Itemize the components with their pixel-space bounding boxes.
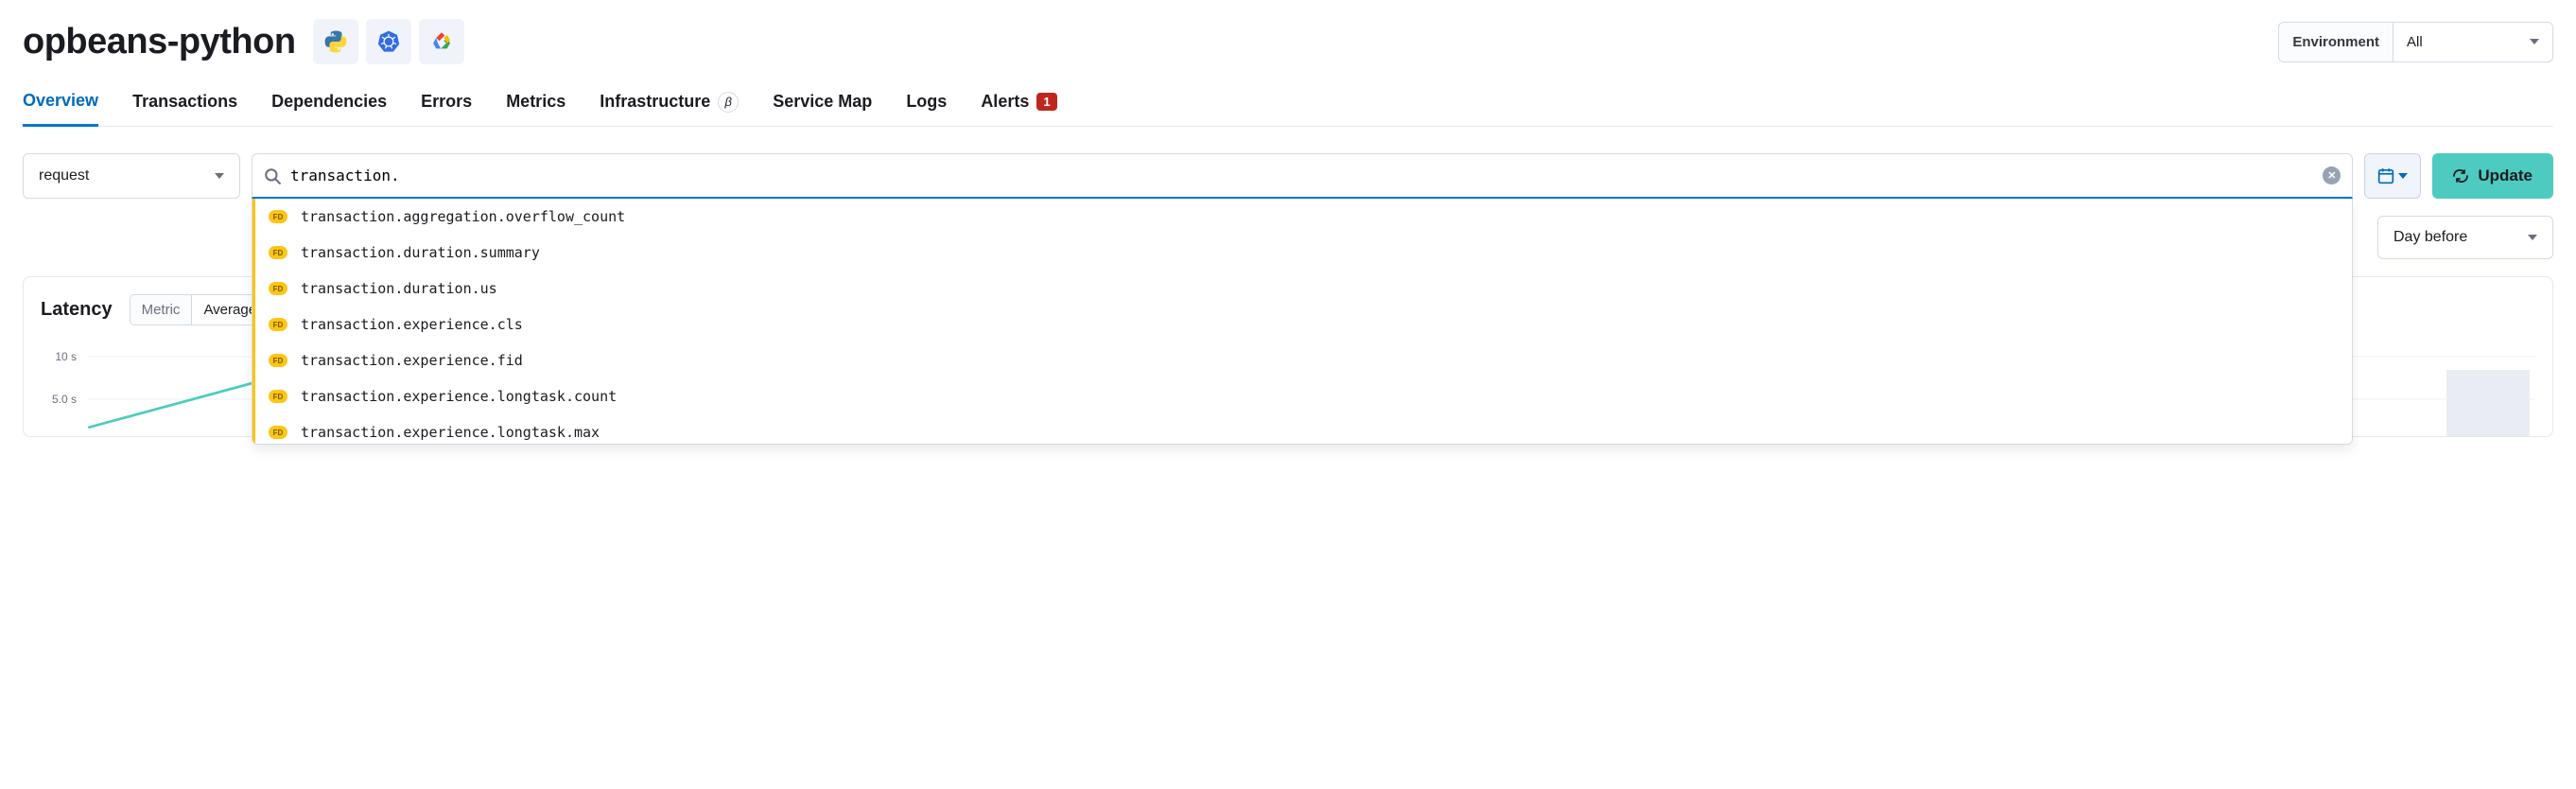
suggestion-item[interactable]: FDtransaction.aggregation.overflow_count [252, 199, 2352, 235]
field-type-icon: FD [269, 390, 287, 403]
tab-bar: Overview Transactions Dependencies Error… [23, 91, 2553, 127]
suggestion-item[interactable]: FDtransaction.experience.fid [252, 342, 2352, 378]
alert-count-badge: 1 [1036, 93, 1056, 111]
transaction-type-select[interactable]: request [23, 153, 240, 199]
update-button[interactable]: Update [2432, 153, 2553, 199]
metric-label: Metric [131, 295, 193, 324]
field-type-icon: FD [269, 246, 287, 259]
calendar-icon [2377, 167, 2394, 184]
refresh-icon [2453, 169, 2468, 183]
tab-alerts[interactable]: Alerts 1 [981, 91, 1056, 126]
comparison-value: Day before [2393, 229, 2467, 246]
suggestion-item[interactable]: FDtransaction.duration.us [252, 271, 2352, 307]
comparison-select[interactable]: Day before [2377, 216, 2553, 259]
python-icon [313, 19, 358, 64]
suggestion-item[interactable]: FDtransaction.experience.longtask.count [252, 378, 2352, 414]
tab-metrics[interactable]: Metrics [506, 91, 566, 126]
environment-select[interactable]: All [2393, 22, 2553, 62]
chevron-down-icon [215, 173, 224, 179]
beta-badge: β [718, 92, 739, 113]
chevron-down-icon [2398, 173, 2408, 179]
suggestion-item[interactable]: FDtransaction.duration.summary [252, 235, 2352, 271]
field-type-icon: FD [269, 426, 287, 439]
filter-bar: request ✕ FDtransaction.aggregation.over… [23, 153, 2553, 199]
date-picker-button[interactable] [2364, 153, 2421, 199]
gcp-icon [419, 19, 464, 64]
latency-title: Latency [41, 299, 113, 321]
tab-dependencies[interactable]: Dependencies [271, 91, 387, 126]
page-title: opbeans-python [23, 22, 296, 62]
search-input-wrap: ✕ [252, 153, 2353, 199]
chevron-down-icon [2528, 235, 2537, 240]
suggestion-item[interactable]: FDtransaction.experience.cls [252, 307, 2352, 342]
suggestions-dropdown: FDtransaction.aggregation.overflow_count… [252, 199, 2353, 445]
search-input[interactable] [290, 154, 2323, 197]
environment-value: All [2407, 34, 2423, 50]
field-type-icon: FD [269, 318, 287, 331]
tab-overview[interactable]: Overview [23, 91, 98, 127]
field-type-icon: FD [269, 354, 287, 367]
transaction-type-value: request [39, 167, 89, 184]
kubernetes-icon [366, 19, 411, 64]
page-header: opbeans-python Environment All [23, 19, 2553, 64]
field-type-icon: FD [269, 210, 287, 223]
y-tick: 5.0 s [52, 393, 77, 406]
tab-infrastructure[interactable]: Infrastructure β [600, 91, 739, 126]
comparison-shaded-region [2446, 370, 2530, 436]
tab-service-map[interactable]: Service Map [773, 91, 872, 126]
update-label: Update [2478, 167, 2532, 185]
search-icon [264, 167, 281, 184]
tab-transactions[interactable]: Transactions [132, 91, 237, 126]
chevron-down-icon [2530, 39, 2539, 44]
metric-select[interactable]: Metric Average [130, 294, 269, 325]
y-tick: 10 s [55, 350, 77, 363]
field-type-icon: FD [269, 282, 287, 295]
tech-icon-group [313, 19, 464, 64]
environment-label: Environment [2278, 22, 2393, 62]
tab-errors[interactable]: Errors [421, 91, 472, 126]
tab-logs[interactable]: Logs [906, 91, 947, 126]
suggestion-item[interactable]: FDtransaction.experience.longtask.max [252, 414, 2352, 445]
clear-search-icon[interactable]: ✕ [2323, 167, 2341, 184]
